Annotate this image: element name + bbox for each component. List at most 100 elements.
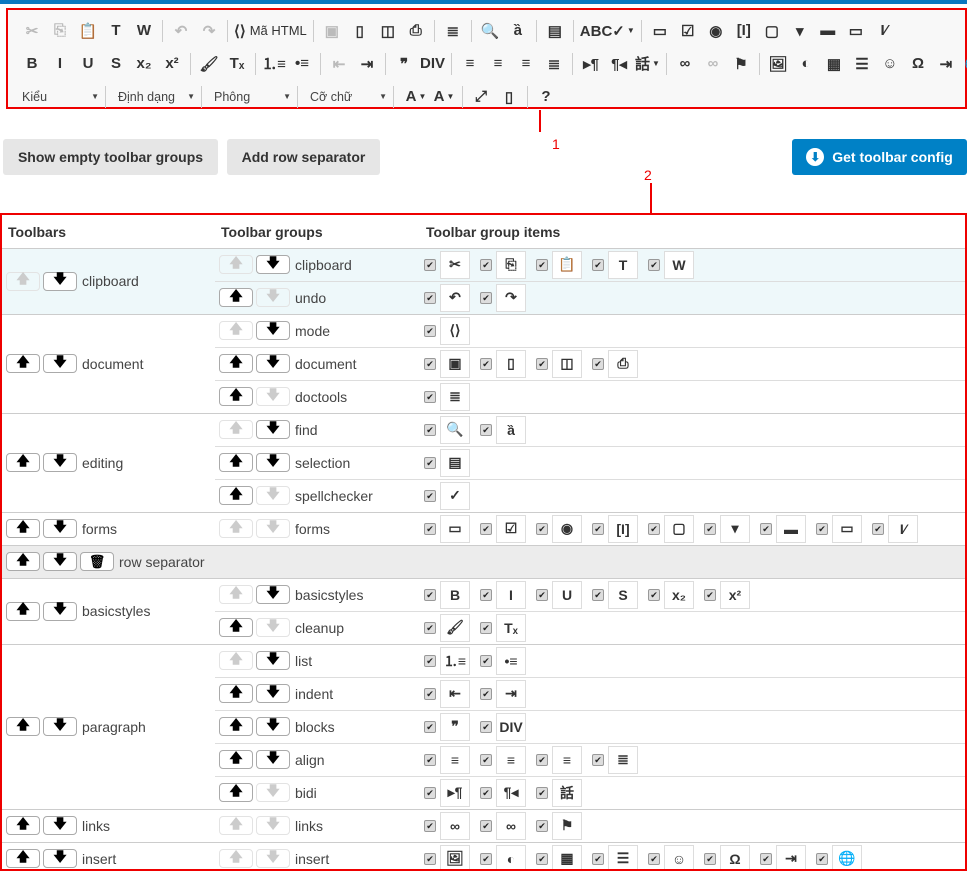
remove-format-button[interactable]: Tₓ [223,52,251,76]
italic-button[interactable]: I [46,52,74,76]
item-checkbox[interactable]: ✔ [480,291,492,304]
group-move-up-button[interactable]: 🡅 [219,486,253,505]
underline-button[interactable]: U [74,52,102,76]
item-checkbox[interactable]: ✔ [592,522,604,535]
item-checkbox[interactable]: ✔ [648,852,660,865]
item-checkbox[interactable]: ✔ [424,390,436,403]
flash-button[interactable]: ◐ [792,52,820,76]
item-checkbox[interactable]: ✔ [648,588,660,601]
hiddenfield-button[interactable]: I⁄ [870,19,898,43]
item-checkbox[interactable]: ✔ [592,852,604,865]
combo-1[interactable]: Định dạng ▼ [110,85,202,108]
combo-2[interactable]: Phông ▼ [206,85,298,108]
group-move-up-button[interactable]: 🡅 [219,717,253,736]
button-button[interactable]: ▬ [814,19,842,43]
show-empty-groups-button[interactable]: Show empty toolbar groups [3,139,218,175]
text-color-button[interactable]: A ▼ [402,85,430,109]
image-button[interactable]: 🖼 [764,52,792,76]
checkbox-button[interactable]: ☑ [674,19,702,43]
align-center-button[interactable]: ≡ [484,52,512,76]
link-button[interactable]: ∞ [671,52,699,76]
toolbar-move-up-button[interactable]: 🡅 [6,519,40,538]
print-button[interactable]: ⎙ [402,19,430,43]
item-checkbox[interactable]: ✔ [424,489,436,502]
special-char-button[interactable]: Ω [904,52,932,76]
item-checkbox[interactable]: ✔ [480,720,492,733]
copy-format-button[interactable]: 🖌 [195,52,223,76]
rtl-button[interactable]: ¶◂ [605,52,633,76]
group-move-down-button[interactable]: 🡇 [256,420,290,439]
imagebutton-button[interactable]: ▭ [842,19,870,43]
toolbar-move-down-button[interactable]: 🡇 [43,354,77,373]
add-row-separator-button[interactable]: Add row separator [227,139,380,175]
form-button[interactable]: ▭ [646,19,674,43]
item-checkbox[interactable]: ✔ [536,753,548,766]
item-checkbox[interactable]: ✔ [480,357,492,370]
item-checkbox[interactable]: ✔ [424,522,436,535]
item-checkbox[interactable]: ✔ [648,258,660,271]
item-checkbox[interactable]: ✔ [480,687,492,700]
item-checkbox[interactable]: ✔ [424,852,436,865]
combo-3[interactable]: Cỡ chữ ▼ [302,85,394,108]
toolbar-move-down-button[interactable]: 🡇 [43,453,77,472]
numbered-list-button[interactable]: ⒈≡ [260,52,288,76]
toolbar-move-down-button[interactable]: 🡇 [43,816,77,835]
get-toolbar-config-button[interactable]: ⬇ Get toolbar config [792,139,967,175]
item-checkbox[interactable]: ✔ [424,423,436,436]
pagebreak-button[interactable]: ⇥ [932,52,960,76]
undo-button[interactable]: ↶ [167,19,195,43]
align-left-button[interactable]: ≡ [456,52,484,76]
iframe-button[interactable]: 🌐 [960,52,967,76]
item-checkbox[interactable]: ✔ [704,852,716,865]
bold-button[interactable]: B [18,52,46,76]
item-checkbox[interactable]: ✔ [424,819,436,832]
item-checkbox[interactable]: ✔ [480,819,492,832]
toolbar-move-up-button[interactable]: 🡅 [6,354,40,373]
item-checkbox[interactable]: ✔ [536,258,548,271]
redo-button[interactable]: ↷ [195,19,223,43]
item-checkbox[interactable]: ✔ [424,357,436,370]
group-move-up-button[interactable]: 🡅 [219,453,253,472]
item-checkbox[interactable]: ✔ [872,522,884,535]
textarea-button[interactable]: ▢ [758,19,786,43]
spellcheck-button[interactable]: ABC✓ ▼ [578,19,637,43]
bulleted-list-button[interactable]: •≡ [288,52,316,76]
paste-text-button[interactable]: T [102,19,130,43]
preview-button[interactable]: ◫ [374,19,402,43]
group-move-down-button[interactable]: 🡇 [256,750,290,769]
combo-0[interactable]: Kiểu ▼ [14,85,106,108]
item-checkbox[interactable]: ✔ [424,786,436,799]
item-checkbox[interactable]: ✔ [592,588,604,601]
item-checkbox[interactable]: ✔ [648,522,660,535]
item-checkbox[interactable]: ✔ [480,522,492,535]
toolbar-move-up-button[interactable]: 🡅 [6,849,40,869]
justify-button[interactable]: ≣ [540,52,568,76]
item-checkbox[interactable]: ✔ [816,852,828,865]
group-move-down-button[interactable]: 🡇 [256,717,290,736]
align-right-button[interactable]: ≡ [512,52,540,76]
table-button[interactable]: ▦ [820,52,848,76]
paste-button[interactable]: 📋 [74,19,102,43]
item-checkbox[interactable]: ✔ [424,687,436,700]
item-checkbox[interactable]: ✔ [424,753,436,766]
anchor-button[interactable]: ⚑ [727,52,755,76]
item-checkbox[interactable]: ✔ [424,258,436,271]
item-checkbox[interactable]: ✔ [536,357,548,370]
unlink-button[interactable]: ∞ [699,52,727,76]
bg-color-button[interactable]: A ▼ [430,85,458,109]
group-move-down-button[interactable]: 🡇 [256,321,290,340]
item-checkbox[interactable]: ✔ [480,588,492,601]
item-checkbox[interactable]: ✔ [592,258,604,271]
item-checkbox[interactable]: ✔ [536,588,548,601]
item-checkbox[interactable]: ✔ [536,786,548,799]
item-checkbox[interactable]: ✔ [424,324,436,337]
help-button[interactable]: ? [532,85,560,109]
item-checkbox[interactable]: ✔ [704,588,716,601]
show-blocks-button[interactable]: ▯ [495,85,523,109]
strike-button[interactable]: S [102,52,130,76]
outdent-button[interactable]: ⇤ [325,52,353,76]
group-move-down-button[interactable]: 🡇 [256,684,290,703]
radio-button[interactable]: ◉ [702,19,730,43]
smiley-button[interactable]: ☺ [876,52,904,76]
toolbar-move-down-button[interactable]: 🡇 [43,519,77,538]
